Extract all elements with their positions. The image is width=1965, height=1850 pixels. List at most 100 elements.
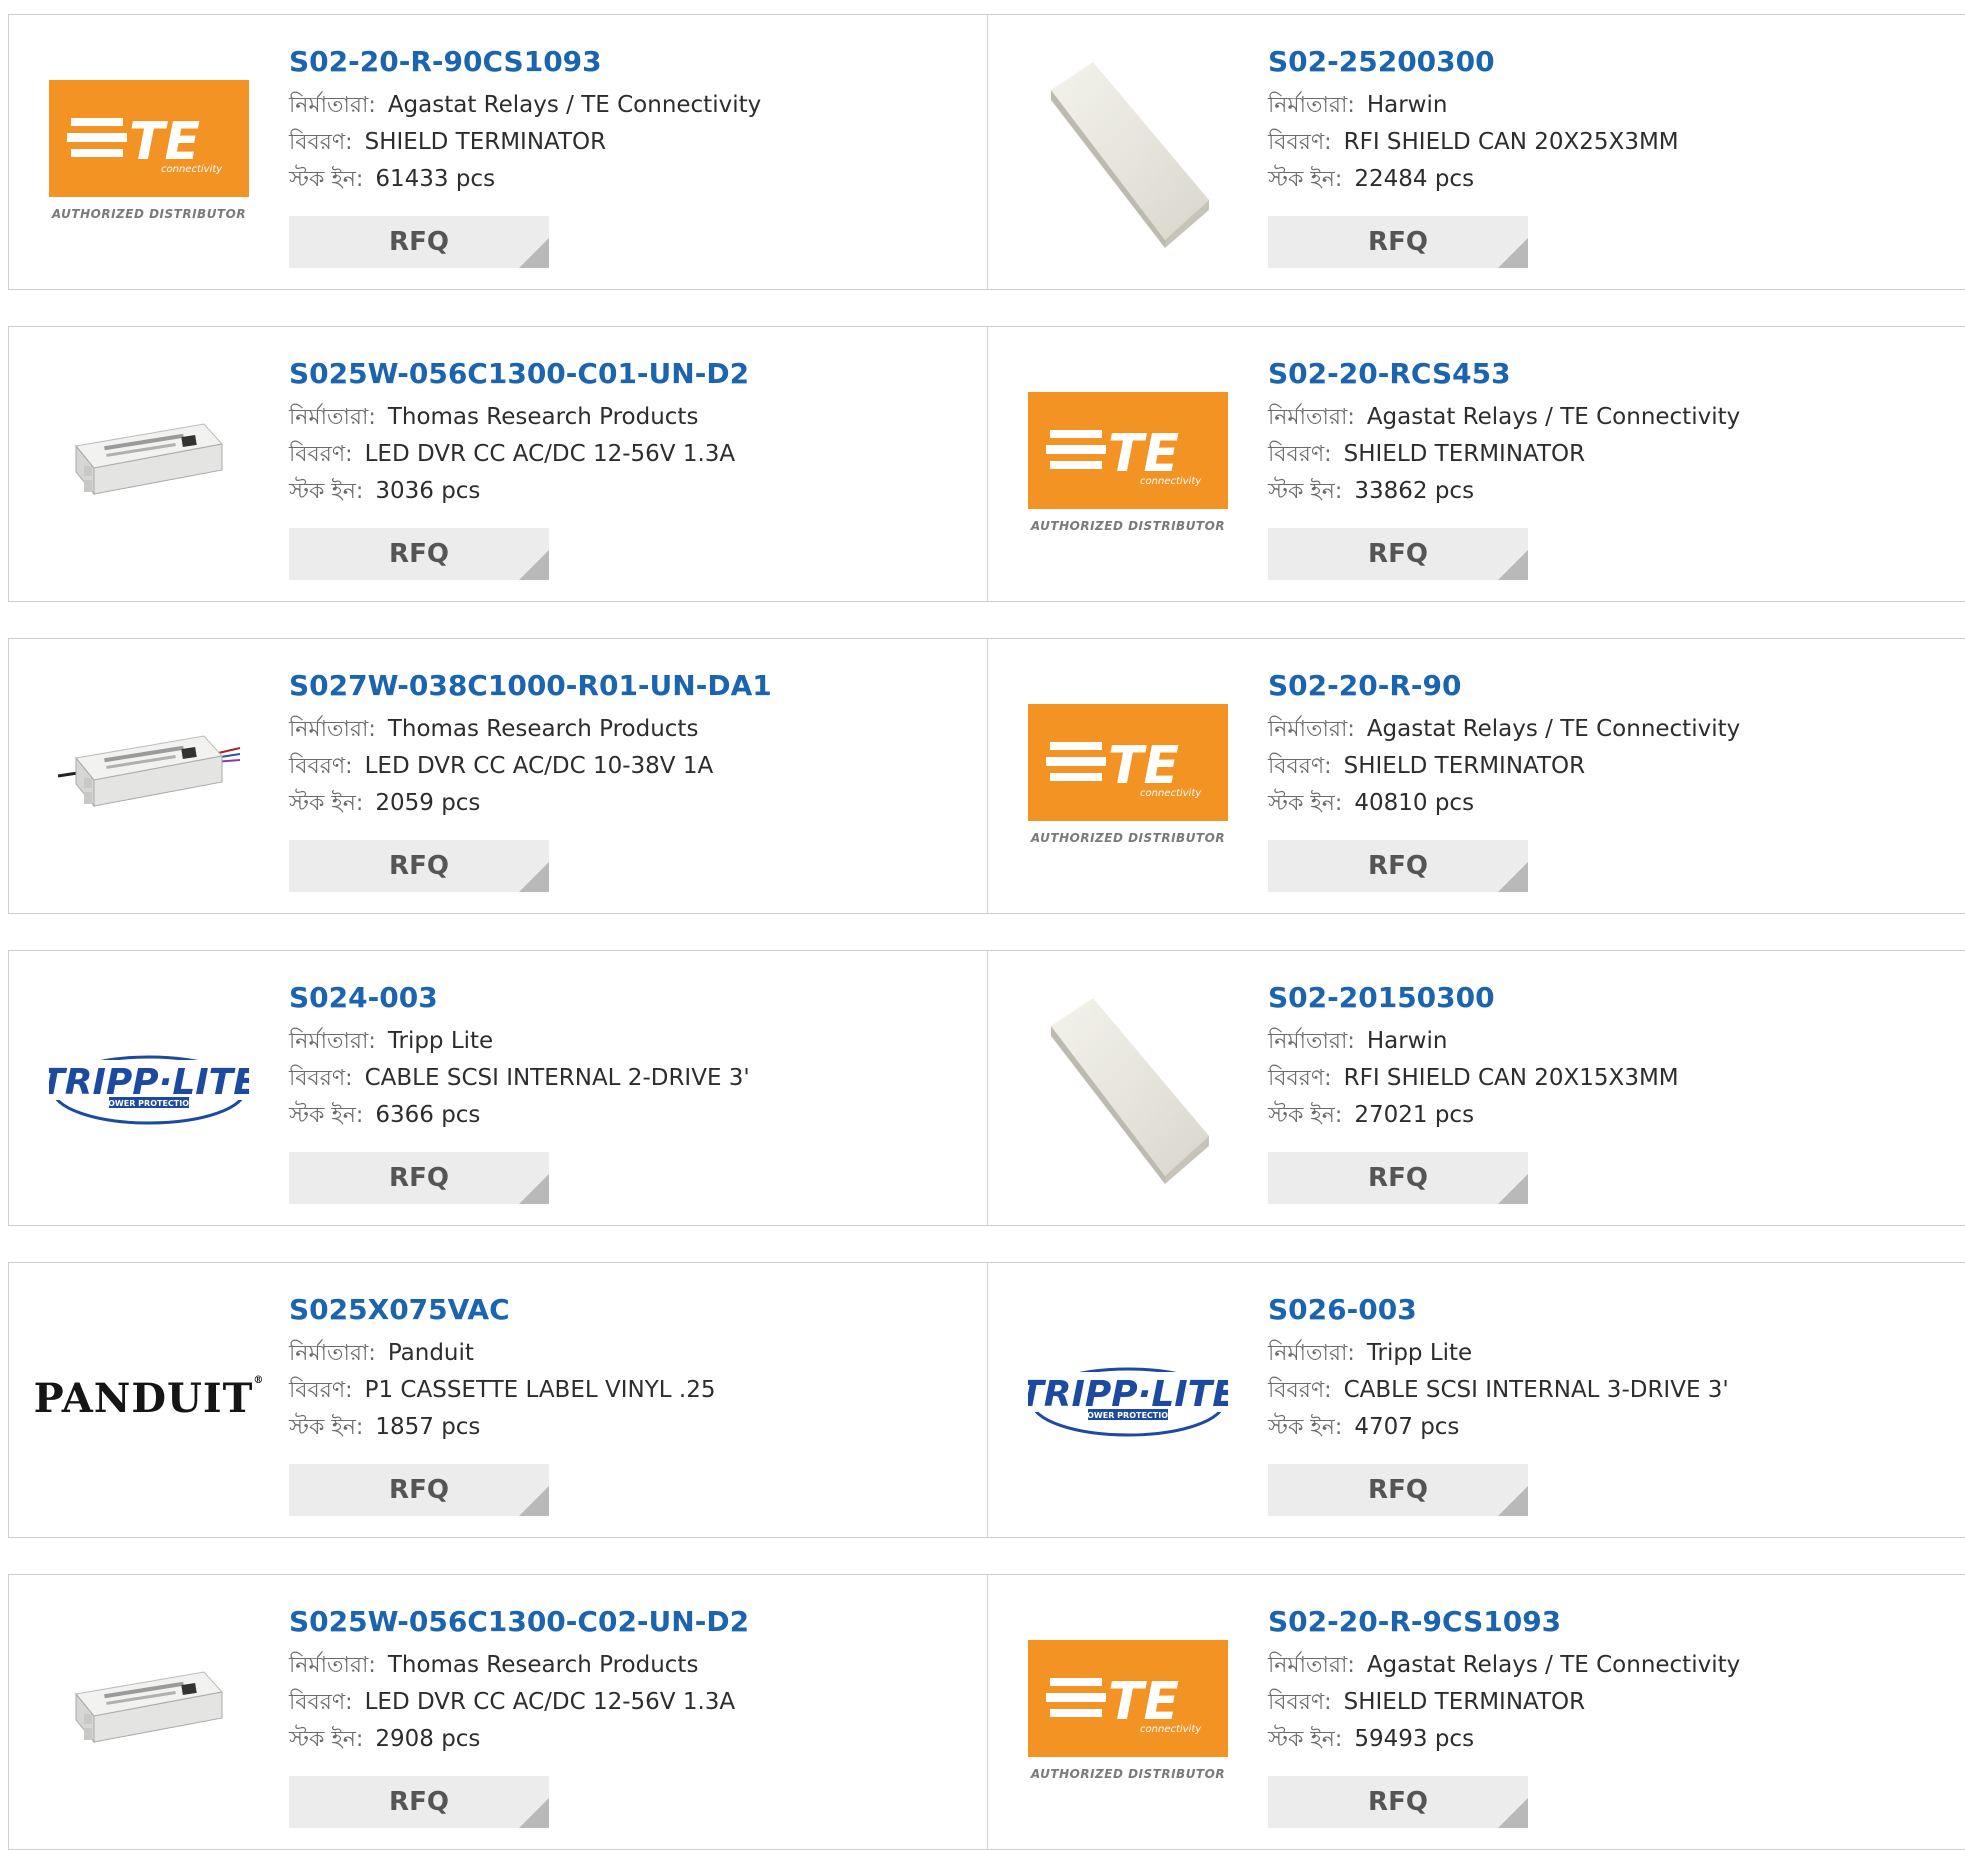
manufacturer-row: নির্মাতারা: Agastat Relays / TE Connectiv…	[289, 87, 977, 124]
stock-label: স্টক ইন:	[289, 167, 364, 192]
part-number-link[interactable]: S026-003	[1268, 1293, 1955, 1327]
rfq-button[interactable]: RFQ	[289, 216, 549, 268]
part-number-link[interactable]: S025W-056C1300-C01-UN-D2	[289, 357, 977, 391]
power-protection-text: POWER PROTECTION	[102, 1099, 195, 1108]
part-number-link[interactable]: S027W-038C1000-R01-UN-DA1	[289, 669, 977, 703]
description-row: বিবরণ: CABLE SCSI INTERNAL 3-DRIVE 3'	[1268, 1372, 1955, 1409]
stock-row: স্টক ইন: 4707 pcs	[1268, 1409, 1955, 1446]
corner-triangle-icon	[1498, 238, 1528, 268]
rfq-button[interactable]: RFQ	[1268, 216, 1528, 268]
part-number-link[interactable]: S02-20150300	[1268, 981, 1955, 1015]
product-image[interactable]: TE connectivity AUTHORIZED DISTRIBUTOR	[1028, 1607, 1228, 1813]
description-value: CABLE SCSI INTERNAL 3-DRIVE 3'	[1343, 1377, 1729, 1403]
rfq-label: RFQ	[1368, 227, 1428, 257]
manufacturer-value: Thomas Research Products	[387, 1652, 699, 1678]
rfq-button[interactable]: RFQ	[289, 1152, 549, 1204]
product-info: S025W-056C1300-C02-UN-D2 নির্মাতারা: Thom…	[289, 1605, 977, 1758]
product-card-s02-20-r-90: TE connectivity AUTHORIZED DISTRIBUTOR S02…	[987, 638, 1965, 914]
corner-triangle-icon	[1498, 1174, 1528, 1204]
description-row: বিবরণ: RFI SHIELD CAN 20X25X3MM	[1268, 124, 1955, 161]
manufacturer-value: Agastat Relays / TE Connectivity	[1366, 1652, 1741, 1678]
rfq-button[interactable]: RFQ	[1268, 1152, 1528, 1204]
product-image[interactable]: TRIPP·LITE POWER PROTECTION	[49, 983, 249, 1189]
manufacturer-label: নির্মাতারা:	[1268, 1653, 1355, 1678]
rfq-button[interactable]: RFQ	[289, 1464, 549, 1516]
stock-value: 2059 pcs	[375, 790, 481, 816]
part-number-link[interactable]: S02-20-R-9CS1093	[1268, 1605, 1955, 1639]
part-number-link[interactable]: S025X075VAC	[289, 1293, 977, 1327]
part-number-link[interactable]: S02-20-R-90CS1093	[289, 45, 977, 79]
rfq-label: RFQ	[1368, 539, 1428, 569]
product-image[interactable]: TRIPP·LITE POWER PROTECTION	[1028, 1295, 1228, 1501]
stock-row: স্টক ইন: 3036 pcs	[289, 473, 977, 510]
stock-label: স্টক ইন:	[289, 1415, 364, 1440]
corner-triangle-icon	[1498, 1798, 1528, 1828]
part-number-link[interactable]: S024-003	[289, 981, 977, 1015]
manufacturer-label: নির্মাতারা:	[289, 405, 376, 430]
stock-row: স্টক ইন: 40810 pcs	[1268, 785, 1955, 822]
part-number-link[interactable]: S02-20-RCS453	[1268, 357, 1955, 391]
rfq-label: RFQ	[1368, 851, 1428, 881]
rfq-label: RFQ	[389, 851, 449, 881]
corner-triangle-icon	[519, 550, 549, 580]
product-image[interactable]	[49, 359, 249, 565]
description-label: বিবরণ:	[1268, 1378, 1332, 1403]
manufacturer-label: নির্মাতারা:	[289, 1653, 376, 1678]
stock-value: 27021 pcs	[1354, 1102, 1475, 1128]
product-image[interactable]: TE connectivity AUTHORIZED DISTRIBUTOR	[1028, 359, 1228, 565]
rfq-button[interactable]: RFQ	[289, 528, 549, 580]
description-label: বিবরণ:	[289, 1378, 353, 1403]
product-card-s024-003: TRIPP·LITE POWER PROTECTION S024-003 নির্…	[8, 950, 988, 1226]
rfq-button[interactable]: RFQ	[1268, 1464, 1528, 1516]
stock-value: 3036 pcs	[375, 478, 481, 504]
description-label: বিবরণ:	[1268, 130, 1332, 155]
description-row: বিবরণ: SHIELD TERMINATOR	[289, 124, 977, 161]
description-value: CABLE SCSI INTERNAL 2-DRIVE 3'	[364, 1065, 750, 1091]
part-number-link[interactable]: S02-25200300	[1268, 45, 1955, 79]
rfq-label: RFQ	[1368, 1787, 1428, 1817]
manufacturer-value: Thomas Research Products	[387, 404, 699, 430]
rfq-button[interactable]: RFQ	[1268, 528, 1528, 580]
te-brand-text: TE	[1108, 1672, 1179, 1732]
manufacturer-value: Harwin	[1366, 92, 1448, 118]
manufacturer-row: নির্মাতারা: Agastat Relays / TE Connectiv…	[1268, 399, 1955, 436]
manufacturer-row: নির্মাতারা: Harwin	[1268, 87, 1955, 124]
product-image[interactable]	[49, 1607, 249, 1813]
product-image[interactable]	[1028, 983, 1228, 1189]
manufacturer-label: নির্মাতারা:	[289, 1029, 376, 1054]
manufacturer-label: নির্মাতারা:	[289, 717, 376, 742]
rfq-label: RFQ	[389, 1163, 449, 1193]
manufacturer-value: Panduit	[387, 1340, 474, 1366]
stock-row: স্টক ইন: 6366 pcs	[289, 1097, 977, 1134]
stock-label: স্টক ইন:	[1268, 1415, 1343, 1440]
stock-value: 1857 pcs	[375, 1414, 481, 1440]
rfq-button[interactable]: RFQ	[289, 1776, 549, 1828]
manufacturer-row: নির্মাতারা: Thomas Research Products	[289, 1647, 977, 1684]
product-image[interactable]	[1028, 47, 1228, 253]
rfq-button[interactable]: RFQ	[289, 840, 549, 892]
stock-label: স্টক ইন:	[1268, 167, 1343, 192]
product-image[interactable]: TE connectivity AUTHORIZED DISTRIBUTOR	[49, 47, 249, 253]
led-driver-image	[57, 735, 241, 808]
product-grid: TE connectivity AUTHORIZED DISTRIBUTOR S02…	[0, 0, 1965, 1850]
led-driver-image	[75, 1671, 223, 1744]
rfq-button[interactable]: RFQ	[1268, 840, 1528, 892]
manufacturer-value: Tripp Lite	[387, 1028, 494, 1054]
manufacturer-label: নির্মাতারা:	[289, 93, 376, 118]
rfq-button[interactable]: RFQ	[1268, 1776, 1528, 1828]
stock-label: স্টক ইন:	[289, 1103, 364, 1128]
stock-row: স্টক ইন: 27021 pcs	[1268, 1097, 1955, 1134]
manufacturer-value: Agastat Relays / TE Connectivity	[1366, 404, 1741, 430]
stock-value: 61433 pcs	[375, 166, 496, 192]
part-number-link[interactable]: S02-20-R-90	[1268, 669, 1955, 703]
stock-value: 40810 pcs	[1354, 790, 1475, 816]
product-card-s025x075vac: PANDUIT® S025X075VAC নির্মাতারা: Panduit …	[8, 1262, 988, 1538]
corner-triangle-icon	[519, 238, 549, 268]
manufacturer-row: নির্মাতারা: Tripp Lite	[1268, 1335, 1955, 1372]
corner-triangle-icon	[519, 1486, 549, 1516]
authorized-distributor-text: AUTHORIZED DISTRIBUTOR	[1030, 1766, 1226, 1781]
part-number-link[interactable]: S025W-056C1300-C02-UN-D2	[289, 1605, 977, 1639]
product-image[interactable]: TE connectivity AUTHORIZED DISTRIBUTOR	[1028, 671, 1228, 877]
product-image[interactable]: PANDUIT®	[34, 1295, 264, 1501]
product-image[interactable]	[49, 671, 249, 877]
